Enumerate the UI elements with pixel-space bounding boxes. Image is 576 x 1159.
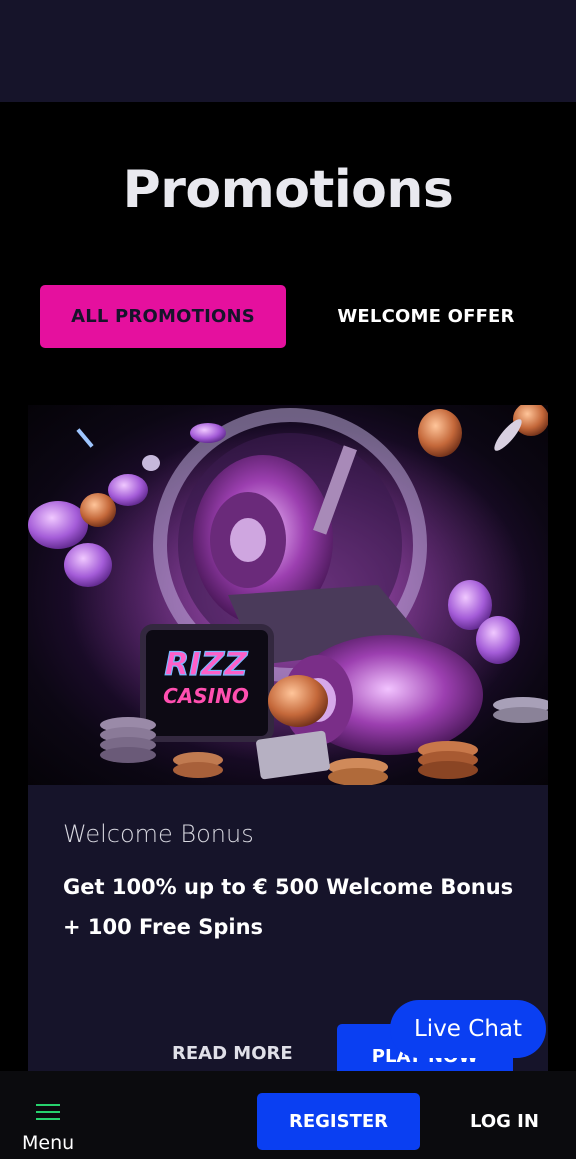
read-more-button[interactable]: READ MORE <box>172 1043 293 1064</box>
register-button[interactable]: REGISTER <box>257 1093 420 1150</box>
promo-label: Welcome Bonus <box>63 820 254 848</box>
promo-description: Get 100% up to € 500 Welcome Bonus + 100… <box>63 875 514 939</box>
rizz-logo-text: RIZZ <box>165 645 249 683</box>
menu-label[interactable]: Menu <box>22 1132 74 1154</box>
hamburger-menu-icon[interactable] <box>36 1104 60 1122</box>
promo-card: RIZZ CASINO Welcome Bonus Get 100% up to… <box>28 405 548 1085</box>
promo-image: RIZZ CASINO <box>28 405 548 785</box>
casino-logo-text: CASINO <box>163 684 249 708</box>
login-button[interactable]: LOG IN <box>470 1111 539 1132</box>
tab-all-promotions[interactable]: ALL PROMOTIONS <box>40 285 286 348</box>
page-title: Promotions <box>122 160 454 220</box>
top-header <box>0 0 576 102</box>
tab-welcome-offer[interactable]: WELCOME OFFER <box>306 285 546 348</box>
bottom-nav-bar: Menu REGISTER LOG IN <box>0 1071 576 1159</box>
live-chat-button[interactable]: Live Chat <box>390 1000 546 1058</box>
